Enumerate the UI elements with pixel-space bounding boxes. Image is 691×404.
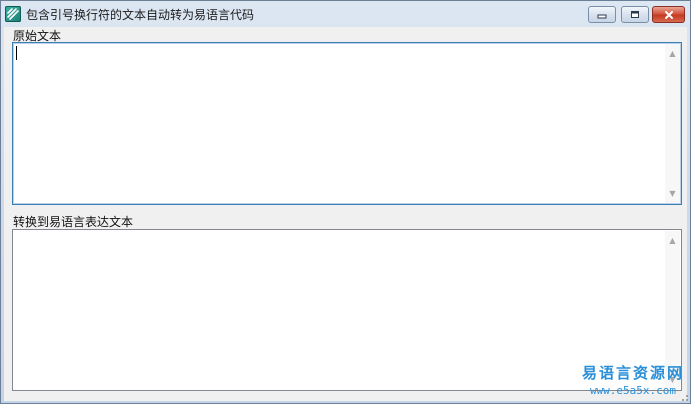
resize-grip-icon[interactable] bbox=[677, 390, 689, 402]
text-caret bbox=[16, 46, 17, 60]
app-icon[interactable] bbox=[5, 6, 21, 22]
title-bar[interactable]: 包含引号换行符的文本自动转为易语言代码 bbox=[1, 1, 690, 27]
maximize-button[interactable] bbox=[621, 6, 649, 23]
minimize-icon bbox=[597, 14, 607, 18]
site-watermark-logo: 易语言资源网 www.e5a5x.com bbox=[582, 362, 684, 397]
scroll-up-arrow-icon[interactable]: ▲ bbox=[665, 233, 680, 248]
window-title: 包含引号换行符的文本自动转为易语言代码 bbox=[26, 8, 255, 22]
scroll-down-arrow-icon[interactable]: ▼ bbox=[665, 186, 680, 201]
converted-text-label: 转换到易语言表达文本 bbox=[13, 215, 134, 229]
watermark-url: www.e5a5x.com bbox=[589, 384, 677, 397]
close-button[interactable] bbox=[652, 6, 685, 23]
maximize-icon bbox=[631, 11, 639, 18]
close-icon bbox=[664, 10, 673, 19]
original-text-input[interactable]: ▲ ▼ bbox=[12, 42, 682, 205]
original-text-scrollbar[interactable]: ▲ ▼ bbox=[665, 44, 680, 203]
minimize-button[interactable] bbox=[588, 6, 616, 23]
scroll-up-arrow-icon[interactable]: ▲ bbox=[665, 46, 680, 61]
watermark-title: 易语言资源网 bbox=[581, 364, 684, 382]
app-window: 包含引号换行符的文本自动转为易语言代码 原始文本 ▲ ▼ 转换到易语言表达文本 … bbox=[0, 0, 691, 404]
client-area: 原始文本 ▲ ▼ 转换到易语言表达文本 ▲ ▼ bbox=[4, 27, 687, 401]
